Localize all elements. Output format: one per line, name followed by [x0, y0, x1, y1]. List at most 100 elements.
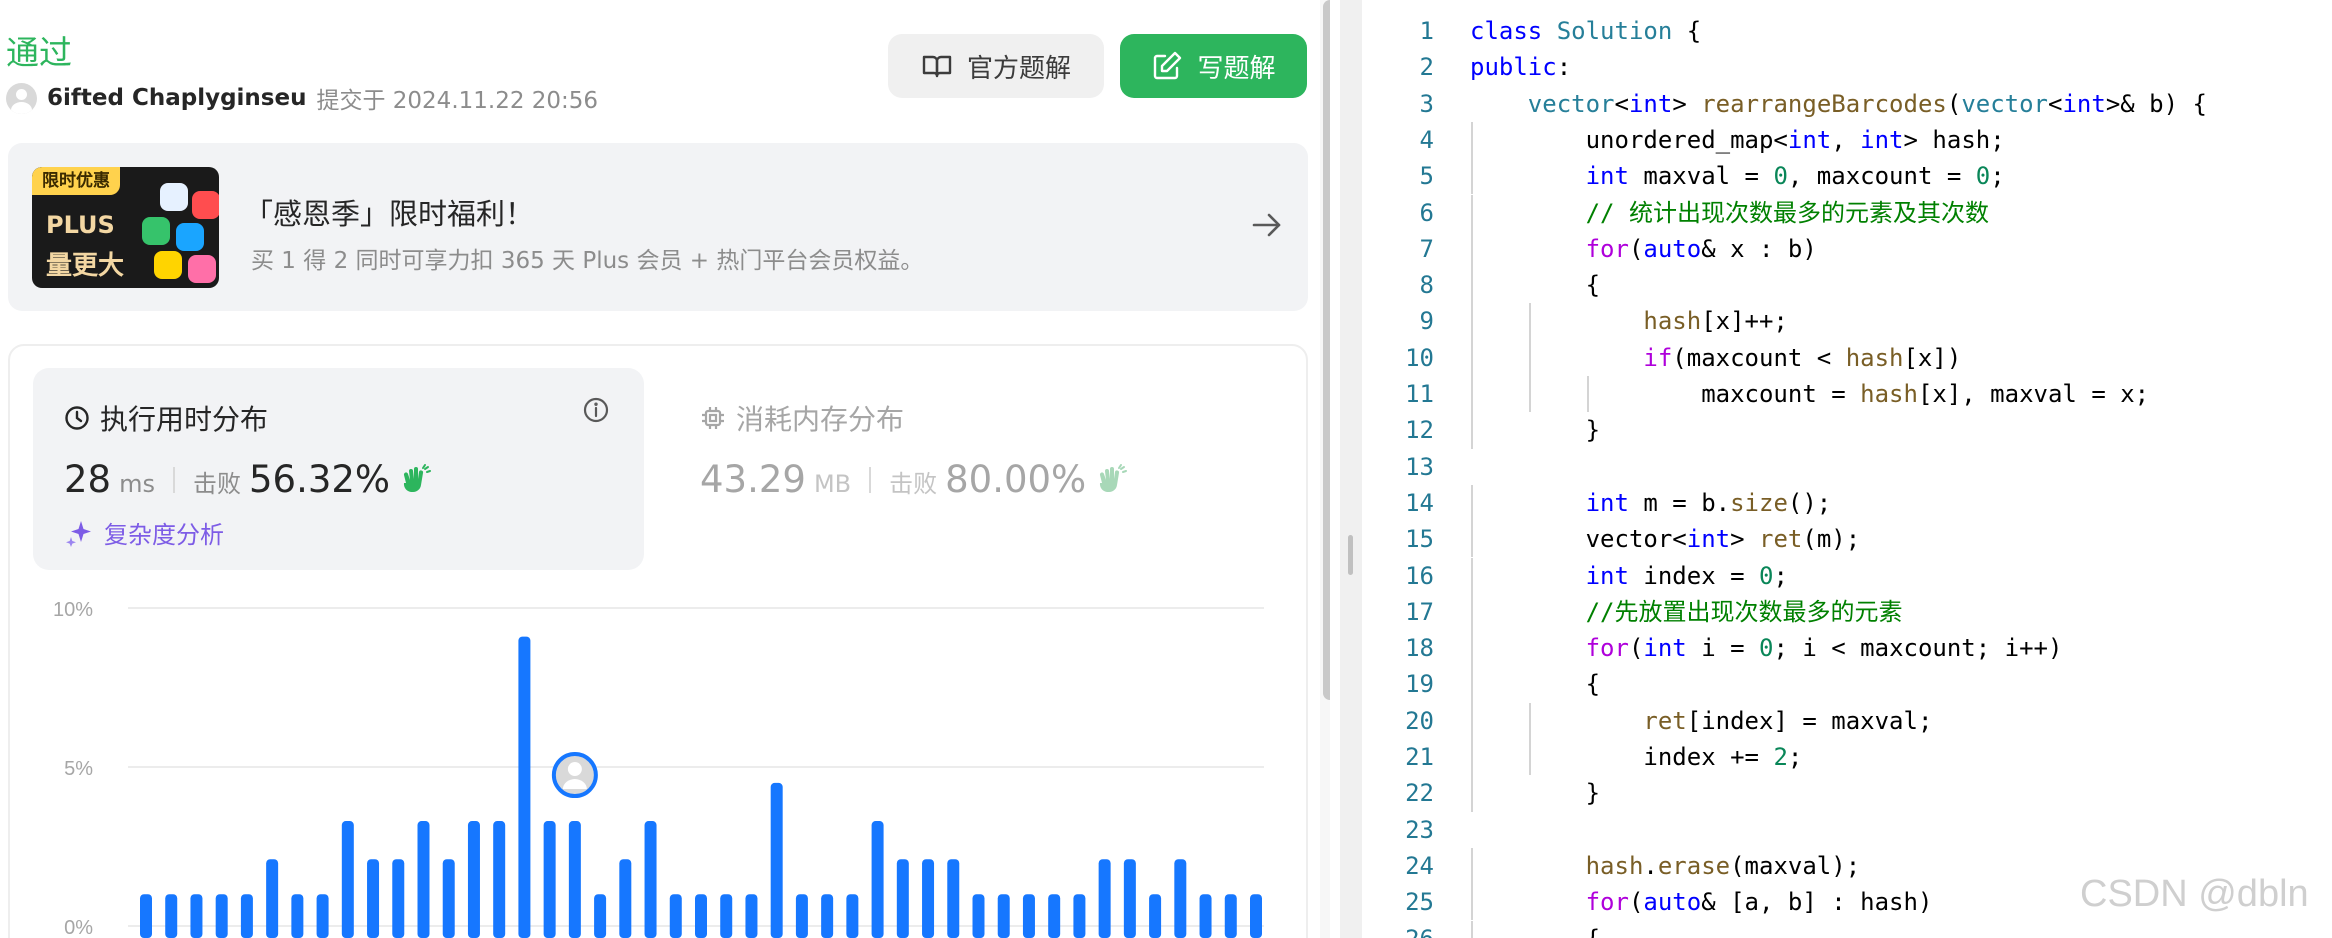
avatar[interactable] [6, 82, 37, 114]
chart-bar[interactable] [821, 894, 834, 938]
chart-bar[interactable] [720, 894, 733, 938]
chart-bar[interactable] [266, 859, 279, 938]
chart-bar[interactable] [1224, 894, 1237, 938]
panel-resizer[interactable] [1340, 0, 1362, 938]
code-line[interactable]: 23 [1362, 812, 2332, 848]
line-number: 6 [1419, 198, 1434, 227]
code-text: int index = 0; [1585, 561, 1788, 590]
indent-guide [1471, 339, 1473, 376]
chart-bar[interactable] [291, 894, 304, 938]
code-line[interactable]: 16 int index = 0; [1362, 557, 2332, 594]
chart-bar[interactable] [1073, 894, 1086, 938]
code-text: for(int i = 0; i < maxcount; i++) [1585, 634, 2063, 663]
chart-bar[interactable] [594, 894, 607, 938]
memory-tab[interactable]: 消耗内存分布 [700, 398, 904, 438]
chart-bar[interactable] [1149, 894, 1162, 938]
chart-bar[interactable] [1199, 894, 1212, 938]
code-line[interactable]: 22 } [1362, 775, 2332, 812]
chart-bar[interactable] [1022, 894, 1035, 938]
chart-bar[interactable] [417, 821, 430, 938]
code-line[interactable]: 5 int maxval = 0, maxcount = 0; [1362, 158, 2332, 195]
chart-bar[interactable] [695, 894, 707, 938]
line-number: 2 [1419, 53, 1434, 82]
code-line[interactable]: 26 { [1362, 920, 2332, 938]
author-name[interactable]: 6ifted Chaplyginseu [47, 85, 306, 111]
code-line[interactable]: 13 [1362, 449, 2332, 485]
chart-bar[interactable] [316, 894, 329, 938]
chart-bar-current[interactable] [568, 821, 581, 938]
chart-bar[interactable] [1250, 894, 1262, 938]
chart-bar[interactable] [972, 894, 985, 938]
code-editor[interactable]: 1 class Solution {2 public: 3 vector<int> r… [1362, 0, 2332, 938]
code-line[interactable]: 7 for(auto& x : b) [1362, 230, 2332, 268]
code-line[interactable]: 21 index += 2; [1362, 739, 2332, 776]
edit-icon [1154, 51, 1182, 80]
code-line[interactable]: 14 int m = b.size(); [1362, 484, 2332, 522]
code-line[interactable]: 1 class Solution { [1362, 13, 2332, 49]
chart-bar[interactable] [770, 782, 783, 938]
code-line[interactable]: 2 public: [1362, 49, 2332, 85]
code-line[interactable]: 18 for(int i = 0; i < maxcount; i++) [1362, 630, 2332, 667]
chart-bar[interactable] [669, 894, 682, 938]
official-solution-button[interactable]: 官方题解 [888, 34, 1104, 98]
chart-bar[interactable] [947, 859, 960, 938]
memory-title-label: 消耗内存分布 [736, 403, 905, 436]
chart-bar[interactable] [442, 859, 455, 938]
chart-bar[interactable] [644, 821, 657, 938]
complexity-analysis-link[interactable]: 复杂度分析 [64, 515, 224, 550]
chart-bar[interactable] [896, 859, 909, 938]
resize-handle[interactable] [1348, 535, 1353, 575]
promo-banner[interactable]: 限时优惠 PLUS 量更大 「感恩季」限时福利！ 买 1 得 2 同时可享力扣 … [8, 143, 1308, 311]
code-line[interactable]: 20 ret[index] = maxval; [1362, 702, 2332, 739]
chart-bar[interactable] [518, 636, 531, 938]
line-number: 10 [1405, 343, 1434, 372]
chart-bar[interactable] [493, 821, 506, 938]
complexity-analysis-label: 复杂度分析 [104, 521, 224, 549]
chart-bar[interactable] [215, 894, 228, 938]
chart-bar[interactable] [1174, 859, 1187, 938]
scrollbar-thumb[interactable] [1323, 0, 1330, 700]
chart-bar[interactable] [392, 859, 405, 938]
code-line[interactable]: 12 } [1362, 412, 2332, 449]
code-line[interactable]: 11 maxcount = hash[x], maxval = x; [1362, 376, 2332, 413]
chart-bar[interactable] [467, 821, 480, 938]
chart-bar[interactable] [846, 894, 859, 938]
indent-guide [1528, 702, 1531, 739]
chart-bar[interactable] [1123, 859, 1136, 938]
chart-bar[interactable] [367, 859, 380, 938]
code-line[interactable]: 17 //先放置出现次数最多的元素 [1362, 593, 2332, 631]
runtime-distribution-chart[interactable]: 10% 5% 0% [40, 590, 1280, 938]
chart-bar[interactable] [871, 821, 884, 938]
chart-bar[interactable] [922, 859, 935, 938]
user-avatar-marker[interactable] [551, 752, 598, 799]
chart-bar[interactable] [543, 821, 556, 938]
chart-bar[interactable] [1048, 894, 1061, 938]
code-line[interactable]: 6 // 统计出现次数最多的元素及其次数 [1362, 194, 2332, 231]
info-icon[interactable] [582, 396, 610, 424]
line-number: 3 [1419, 89, 1434, 118]
code-line[interactable]: 19 { [1362, 666, 2332, 703]
chart-bar[interactable] [795, 894, 808, 938]
arrow-right-icon[interactable] [1250, 208, 1284, 242]
chart-bar[interactable] [745, 894, 758, 938]
chart-bar[interactable] [997, 894, 1010, 938]
chart-bar[interactable] [341, 821, 354, 938]
chart-bar[interactable] [165, 894, 178, 938]
code-line[interactable]: 9 hash[x]++; [1362, 303, 2332, 340]
promo-plus-label: PLUS [46, 211, 115, 239]
chart-bar[interactable] [140, 894, 152, 938]
line-number: 9 [1419, 307, 1434, 336]
write-solution-button[interactable]: 写题解 [1120, 34, 1307, 98]
chart-bar[interactable] [240, 894, 253, 938]
code-line[interactable]: 3 vector<int> rearrangeBarcodes(vector<i… [1362, 86, 2332, 122]
clock-icon [65, 406, 89, 430]
code-line[interactable]: 15 vector<int> ret(m); [1362, 521, 2332, 558]
indent-guide [1471, 376, 1473, 413]
chart-bar[interactable] [619, 859, 632, 938]
chart-bar[interactable] [1098, 859, 1111, 938]
chart-bar[interactable] [190, 894, 203, 938]
code-line[interactable]: 4 unordered_map<int, int> hash; [1362, 121, 2332, 159]
code-line[interactable]: 8 { [1362, 267, 2332, 304]
memory-value: 43.29 MB 击败 80.00% [700, 458, 1128, 501]
code-line[interactable]: 10 if(maxcount < hash[x]) [1362, 339, 2332, 376]
